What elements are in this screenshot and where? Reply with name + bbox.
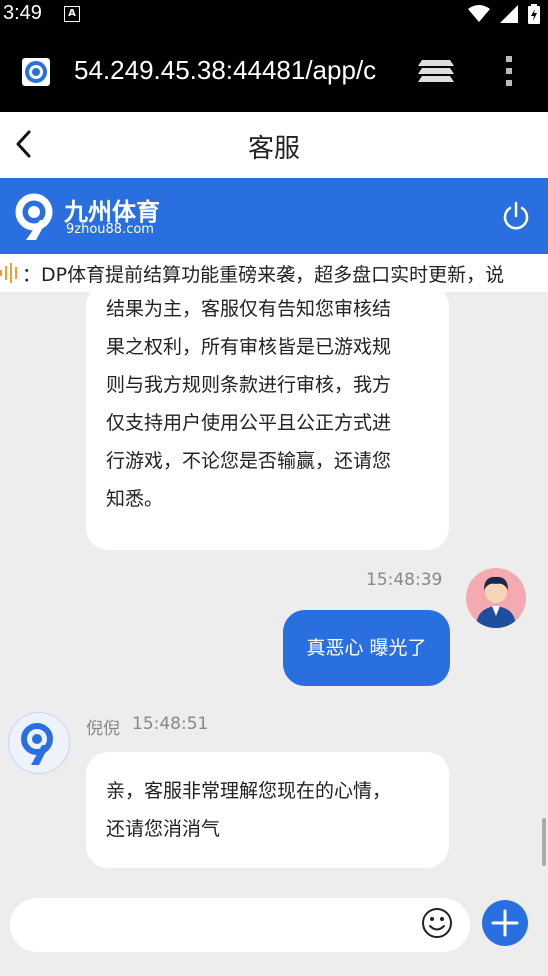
message-line: 亲，客服非常理解您现在的心情，	[106, 780, 392, 802]
message-text: 真恶心 曝光了	[306, 637, 427, 659]
message-line: 结果为主，客服仅有告知您审核结	[106, 298, 392, 320]
message-line: 知悉。	[106, 488, 164, 510]
agent-message-bubble: 结果为主，客服仅有告知您审核结 果之权利，所有审核皆是已游戏规 则与我方规则条款…	[86, 292, 449, 550]
emoji-icon[interactable]	[420, 906, 454, 940]
address-bar[interactable]: 54.249.45.38:44481/app/c	[74, 55, 386, 86]
message-line: 仅支持用户使用公平且公正方式进	[106, 412, 392, 434]
chat-scrollbar[interactable]	[542, 818, 546, 866]
user-avatar	[466, 568, 526, 628]
overflow-menu-icon[interactable]	[504, 54, 514, 88]
page-title: 客服	[247, 134, 300, 164]
agent-message-bubble: 亲，客服非常理解您现在的心情， 还请您消消气	[86, 752, 449, 868]
brand-logo-icon	[15, 193, 53, 240]
notice-text: ：DP体育提前结算功能重磅来袭，超多盘口实时更新，说	[22, 264, 505, 286]
message-line: 行游戏，不论您是否输赢，还请您	[106, 450, 392, 472]
tabs-icon[interactable]	[418, 56, 454, 86]
signal-icon	[500, 5, 518, 23]
message-input[interactable]	[10, 898, 470, 952]
site-favicon-icon	[22, 58, 50, 86]
agent-sender-name: 倪倪	[86, 719, 120, 739]
agent-avatar-icon	[21, 723, 53, 765]
user-avatar-icon	[476, 576, 516, 628]
status-time: 3:49	[3, 2, 42, 24]
notice-marquee: ：DP体育提前结算功能重磅来袭，超多盘口实时更新，说	[0, 254, 548, 292]
agent-avatar	[8, 712, 70, 774]
message-timestamp: 15:48:51	[132, 714, 209, 734]
wifi-icon	[468, 5, 490, 22]
message-timestamp: 15:48:39	[366, 570, 443, 590]
plus-icon	[491, 909, 519, 937]
message-line: 还请您消消气	[106, 818, 221, 840]
sound-wave-icon	[0, 263, 17, 283]
message-line: 果之权利，所有审核皆是已游戏规	[106, 336, 392, 358]
message-line: 则与我方规则条款进行审核，我方	[106, 374, 392, 396]
power-icon[interactable]	[500, 200, 532, 232]
add-attachment-button[interactable]	[482, 900, 528, 946]
notification-icon: A	[64, 6, 80, 22]
user-message-bubble: 真恶心 曝光了	[283, 610, 450, 686]
brand-domain: 9zhou88.com	[66, 222, 154, 237]
battery-icon	[528, 4, 540, 24]
chat-messages: 结果为主，客服仅有告知您审核结 果之权利，所有审核皆是已游戏规 则与我方规则条款…	[0, 292, 548, 882]
status-bar: 3:49 A	[0, 0, 548, 30]
